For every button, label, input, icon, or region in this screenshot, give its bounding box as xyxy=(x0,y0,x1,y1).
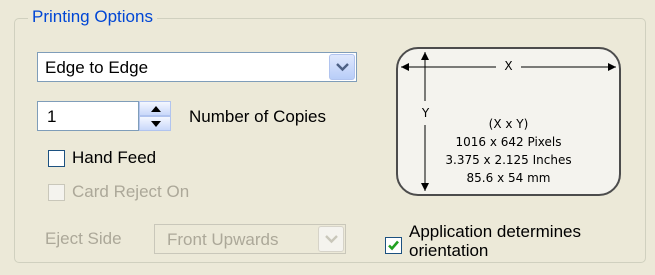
hand-feed-label[interactable]: Hand Feed xyxy=(72,147,156,169)
orientation-label-line2: orientation xyxy=(409,241,489,260)
copies-label: Number of Copies xyxy=(189,107,327,126)
copies-value: 1 xyxy=(47,107,57,126)
spin-down-button[interactable] xyxy=(139,116,171,131)
orientation-label[interactable]: Application determines orientation xyxy=(409,222,581,260)
print-mode-value: Edge to Edge xyxy=(45,58,149,77)
spin-up-button[interactable] xyxy=(139,101,171,116)
dimension-inches: 3.375 x 2.125 Inches xyxy=(445,153,572,167)
card-dimensions-preview: X Y (X x Y) 1016 x 642 Pixels 3.375 x 2.… xyxy=(396,47,621,196)
hand-feed-checkbox[interactable] xyxy=(48,150,65,167)
eject-side-dropdown-button[interactable] xyxy=(318,226,344,252)
dimension-formula: (X x Y) xyxy=(488,117,529,131)
eject-side-select[interactable]: Front Upwards xyxy=(154,224,346,254)
group-title: Printing Options xyxy=(28,6,157,28)
eject-side-value: Front Upwards xyxy=(167,230,279,249)
x-dimension-label: X xyxy=(504,59,513,73)
orientation-checkbox[interactable] xyxy=(385,237,402,254)
orientation-label-line1: Application determines xyxy=(409,222,581,241)
card-reject-label: Card Reject On xyxy=(72,182,190,201)
print-mode-select[interactable]: Edge to Edge xyxy=(37,52,357,82)
dimension-pixels: 1016 x 642 Pixels xyxy=(455,135,562,149)
dimension-mm: 85.6 x 54 mm xyxy=(466,171,551,185)
copies-input[interactable]: 1 xyxy=(37,101,139,131)
copies-spinner[interactable] xyxy=(139,101,171,131)
print-mode-dropdown-button[interactable] xyxy=(329,54,355,80)
card-reject-checkbox[interactable] xyxy=(48,184,65,201)
eject-side-label: Eject Side xyxy=(45,229,122,248)
